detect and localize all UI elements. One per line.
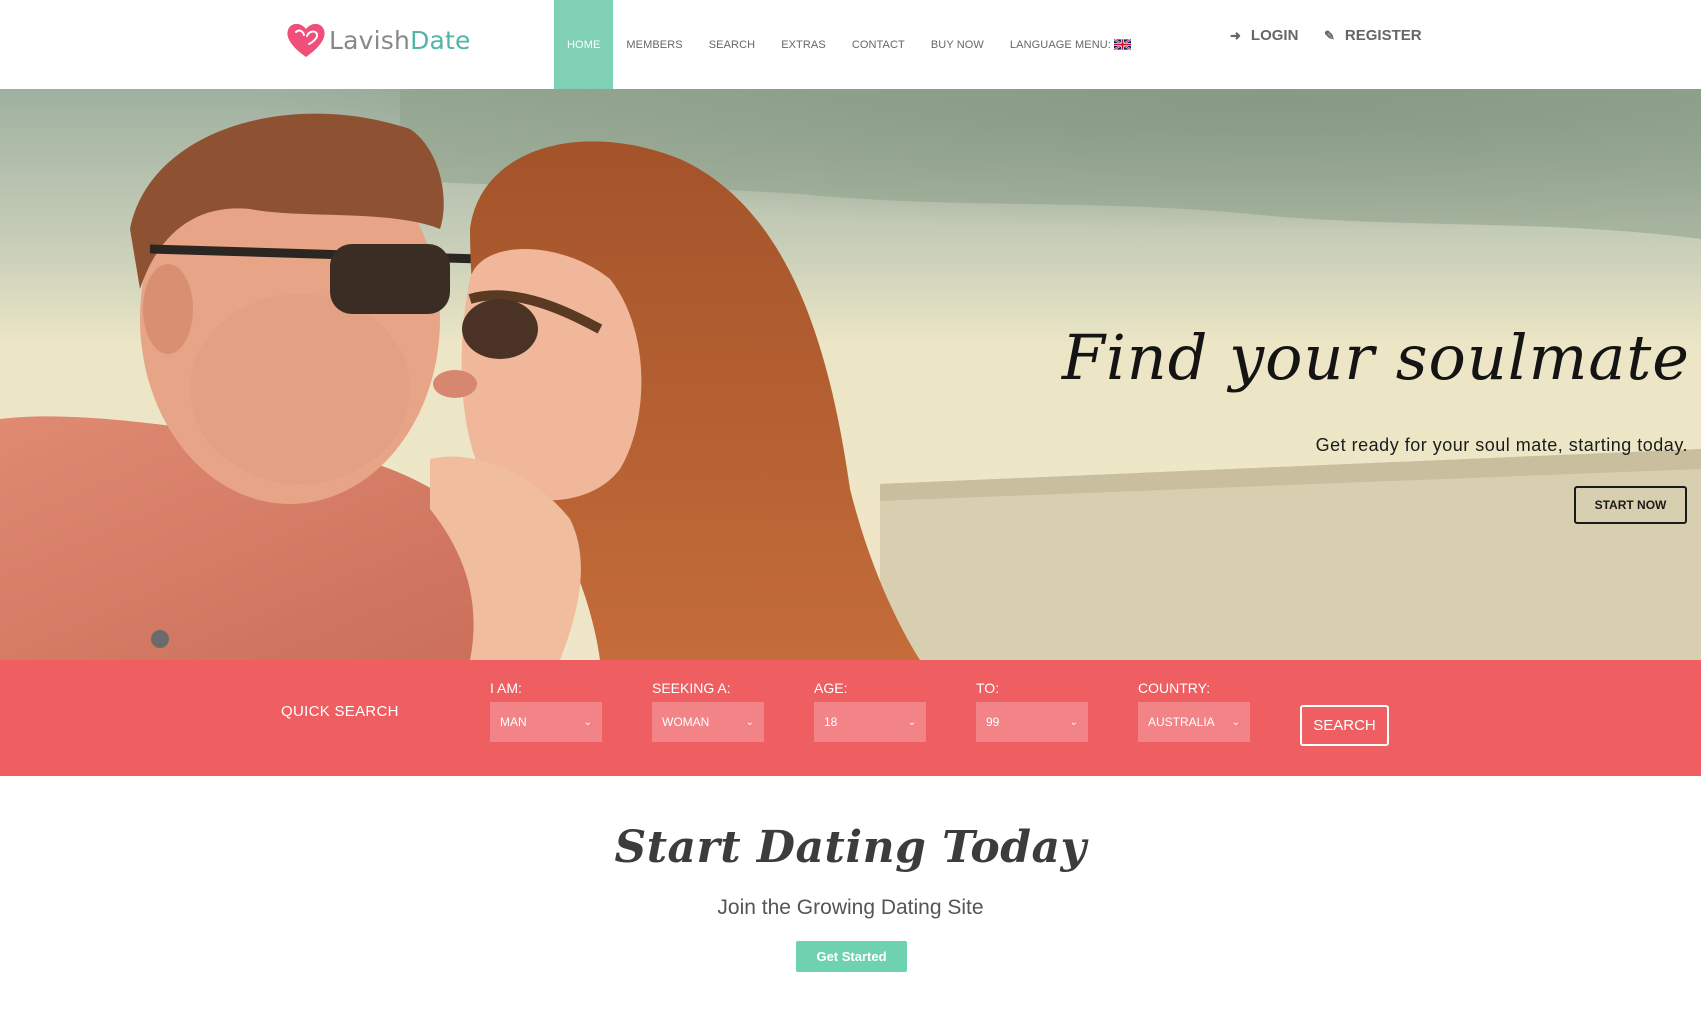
nav-item-members[interactable]: MEMBERS xyxy=(613,0,695,89)
field-label: TO: xyxy=(976,680,1000,696)
login-link[interactable]: ➜ LOGIN xyxy=(1230,27,1298,44)
select-value: 18 xyxy=(824,715,838,729)
logo-text-date: Date xyxy=(410,25,471,55)
main-nav: HOME MEMBERS SEARCH EXTRAS CONTACT BUY N… xyxy=(554,0,1144,89)
field-label: COUNTRY: xyxy=(1138,680,1211,696)
nav-label: EXTRAS xyxy=(781,38,826,51)
chevron-down-icon: ⌄ xyxy=(907,716,916,728)
select-value: MAN xyxy=(500,715,527,729)
chevron-down-icon: ⌄ xyxy=(583,716,592,728)
seeking-field: SEEKING A: WOMAN ⌄ xyxy=(652,680,764,742)
quick-search-bar: QUICK SEARCH I AM: MAN ⌄ SEEKING A: WOMA… xyxy=(0,660,1701,776)
get-started-button[interactable]: Get Started xyxy=(796,941,907,972)
hero-title: Find your soulmate xyxy=(1061,321,1690,394)
quick-search-button[interactable]: SEARCH xyxy=(1300,705,1389,746)
age-from-select[interactable]: 18 ⌄ xyxy=(814,702,926,742)
promo-subtitle: Join the Growing Dating Site xyxy=(717,896,984,919)
nav-item-extras[interactable]: EXTRAS xyxy=(768,0,839,89)
sign-in-icon: ➜ xyxy=(1230,27,1241,43)
i-am-field: I AM: MAN ⌄ xyxy=(490,680,602,742)
logo-wordmark: LavishDate xyxy=(329,26,471,55)
nav-label: LANGUAGE MENU: xyxy=(1009,38,1111,51)
quick-search-title: QUICK SEARCH xyxy=(281,703,399,720)
heart-logo-icon xyxy=(287,23,325,57)
age-to-select[interactable]: 99 ⌄ xyxy=(976,702,1088,742)
nav-item-language-menu[interactable]: LANGUAGE MENU: xyxy=(997,0,1144,89)
nav-item-contact[interactable]: CONTACT xyxy=(839,0,918,89)
nav-label: SEARCH xyxy=(708,38,756,51)
nav-item-home[interactable]: HOME xyxy=(554,0,614,89)
age-from-field: AGE: 18 ⌄ xyxy=(814,680,926,742)
nav-item-search[interactable]: SEARCH xyxy=(696,0,768,89)
country-field: COUNTRY: AUSTRALIA ⌄ xyxy=(1138,680,1250,742)
pencil-icon: ✎ xyxy=(1324,27,1335,43)
site-logo[interactable]: LavishDate xyxy=(285,20,471,60)
start-now-button[interactable]: START NOW xyxy=(1574,486,1687,524)
login-label: LOGIN xyxy=(1250,27,1299,44)
field-label: AGE: xyxy=(814,680,848,696)
seeking-select[interactable]: WOMAN ⌄ xyxy=(652,702,764,742)
nav-label: BUY NOW xyxy=(930,38,984,51)
promo-title: Start Dating Today xyxy=(614,822,1087,873)
logo-text-lavish: Lavish xyxy=(329,25,411,55)
nav-item-buy-now[interactable]: BUY NOW xyxy=(918,0,997,89)
field-label: SEEKING A: xyxy=(652,680,731,696)
site-header: LavishDate HOME MEMBERS SEARCH EXTRAS CO… xyxy=(0,0,1701,89)
chevron-down-icon: ⌄ xyxy=(1231,716,1240,728)
field-label: I AM: xyxy=(490,680,522,696)
age-to-field: TO: 99 ⌄ xyxy=(976,680,1088,742)
select-value: 99 xyxy=(986,715,1000,729)
uk-flag-icon xyxy=(1113,39,1131,50)
nav-label: CONTACT xyxy=(851,38,905,51)
hero-banner: Find your soulmate Get ready for your so… xyxy=(0,89,1701,660)
nav-label: MEMBERS xyxy=(626,38,683,51)
i-am-select[interactable]: MAN ⌄ xyxy=(490,702,602,742)
nav-label: HOME xyxy=(567,38,601,51)
chevron-down-icon: ⌄ xyxy=(745,716,754,728)
select-value: WOMAN xyxy=(662,715,710,729)
hero-subtitle: Get ready for your soul mate, starting t… xyxy=(1315,435,1688,455)
chevron-down-icon: ⌄ xyxy=(1069,716,1078,728)
select-value: AUSTRALIA xyxy=(1148,715,1215,729)
register-link[interactable]: ✎ REGISTER xyxy=(1324,27,1422,44)
country-select[interactable]: AUSTRALIA ⌄ xyxy=(1138,702,1250,742)
register-label: REGISTER xyxy=(1344,27,1422,44)
